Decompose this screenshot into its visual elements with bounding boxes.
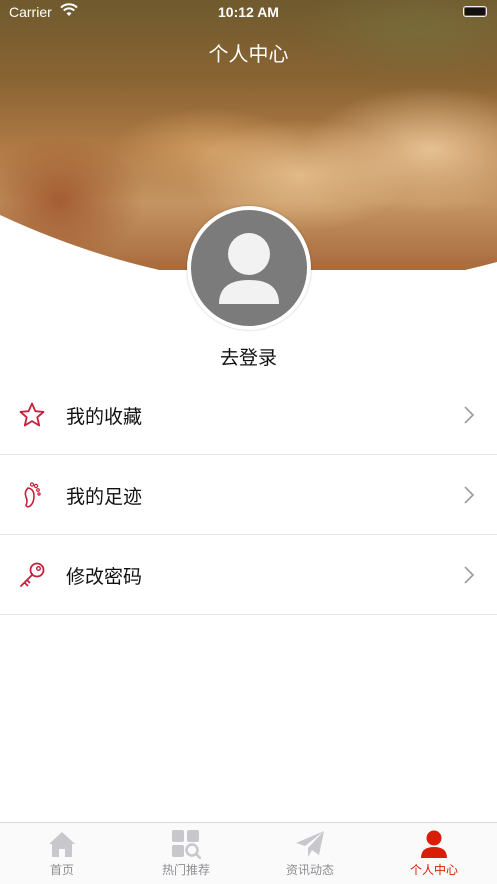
menu-item-footprints[interactable]: 我的足迹 bbox=[0, 455, 497, 535]
tab-profile[interactable]: 个人中心 bbox=[372, 823, 496, 884]
tab-hot[interactable]: 热门推荐 bbox=[124, 823, 248, 884]
footprint-icon bbox=[24, 482, 41, 508]
avatar[interactable] bbox=[187, 206, 311, 330]
menu-list: 我的收藏 我的足迹 修改密码 bbox=[0, 375, 497, 615]
person-icon bbox=[421, 830, 447, 858]
menu-item-label: 我的足迹 bbox=[66, 486, 143, 508]
tab-label: 首页 bbox=[49, 863, 74, 877]
star-icon bbox=[19, 402, 45, 427]
grid-search-icon bbox=[172, 830, 201, 859]
home-icon bbox=[49, 832, 75, 857]
status-bar: Carrier 10:12 AM bbox=[0, 0, 497, 26]
chevron-right-icon bbox=[464, 566, 475, 584]
tab-label: 热门推荐 bbox=[161, 863, 210, 877]
menu-item-change-password[interactable]: 修改密码 bbox=[0, 535, 497, 615]
menu-item-favorites[interactable]: 我的收藏 bbox=[0, 375, 497, 455]
menu-item-label: 修改密码 bbox=[66, 566, 143, 588]
paper-plane-icon bbox=[296, 831, 324, 857]
tab-label: 个人中心 bbox=[409, 863, 458, 877]
tab-home[interactable]: 首页 bbox=[0, 823, 124, 884]
tab-bar: 首页 热门推荐 资讯动态 个人中心 bbox=[0, 822, 497, 884]
page-title: 个人中心 bbox=[208, 42, 289, 66]
battery-icon bbox=[463, 6, 487, 17]
key-icon bbox=[20, 562, 45, 587]
user-silhouette-icon bbox=[219, 233, 279, 304]
login-link[interactable]: 去登录 bbox=[0, 343, 497, 370]
tab-news[interactable]: 资讯动态 bbox=[248, 823, 372, 884]
clock: 10:12 AM bbox=[218, 4, 279, 20]
chevron-right-icon bbox=[464, 486, 475, 504]
tab-label: 资讯动态 bbox=[285, 863, 334, 877]
menu-item-label: 我的收藏 bbox=[66, 406, 143, 428]
chevron-right-icon bbox=[464, 406, 475, 424]
